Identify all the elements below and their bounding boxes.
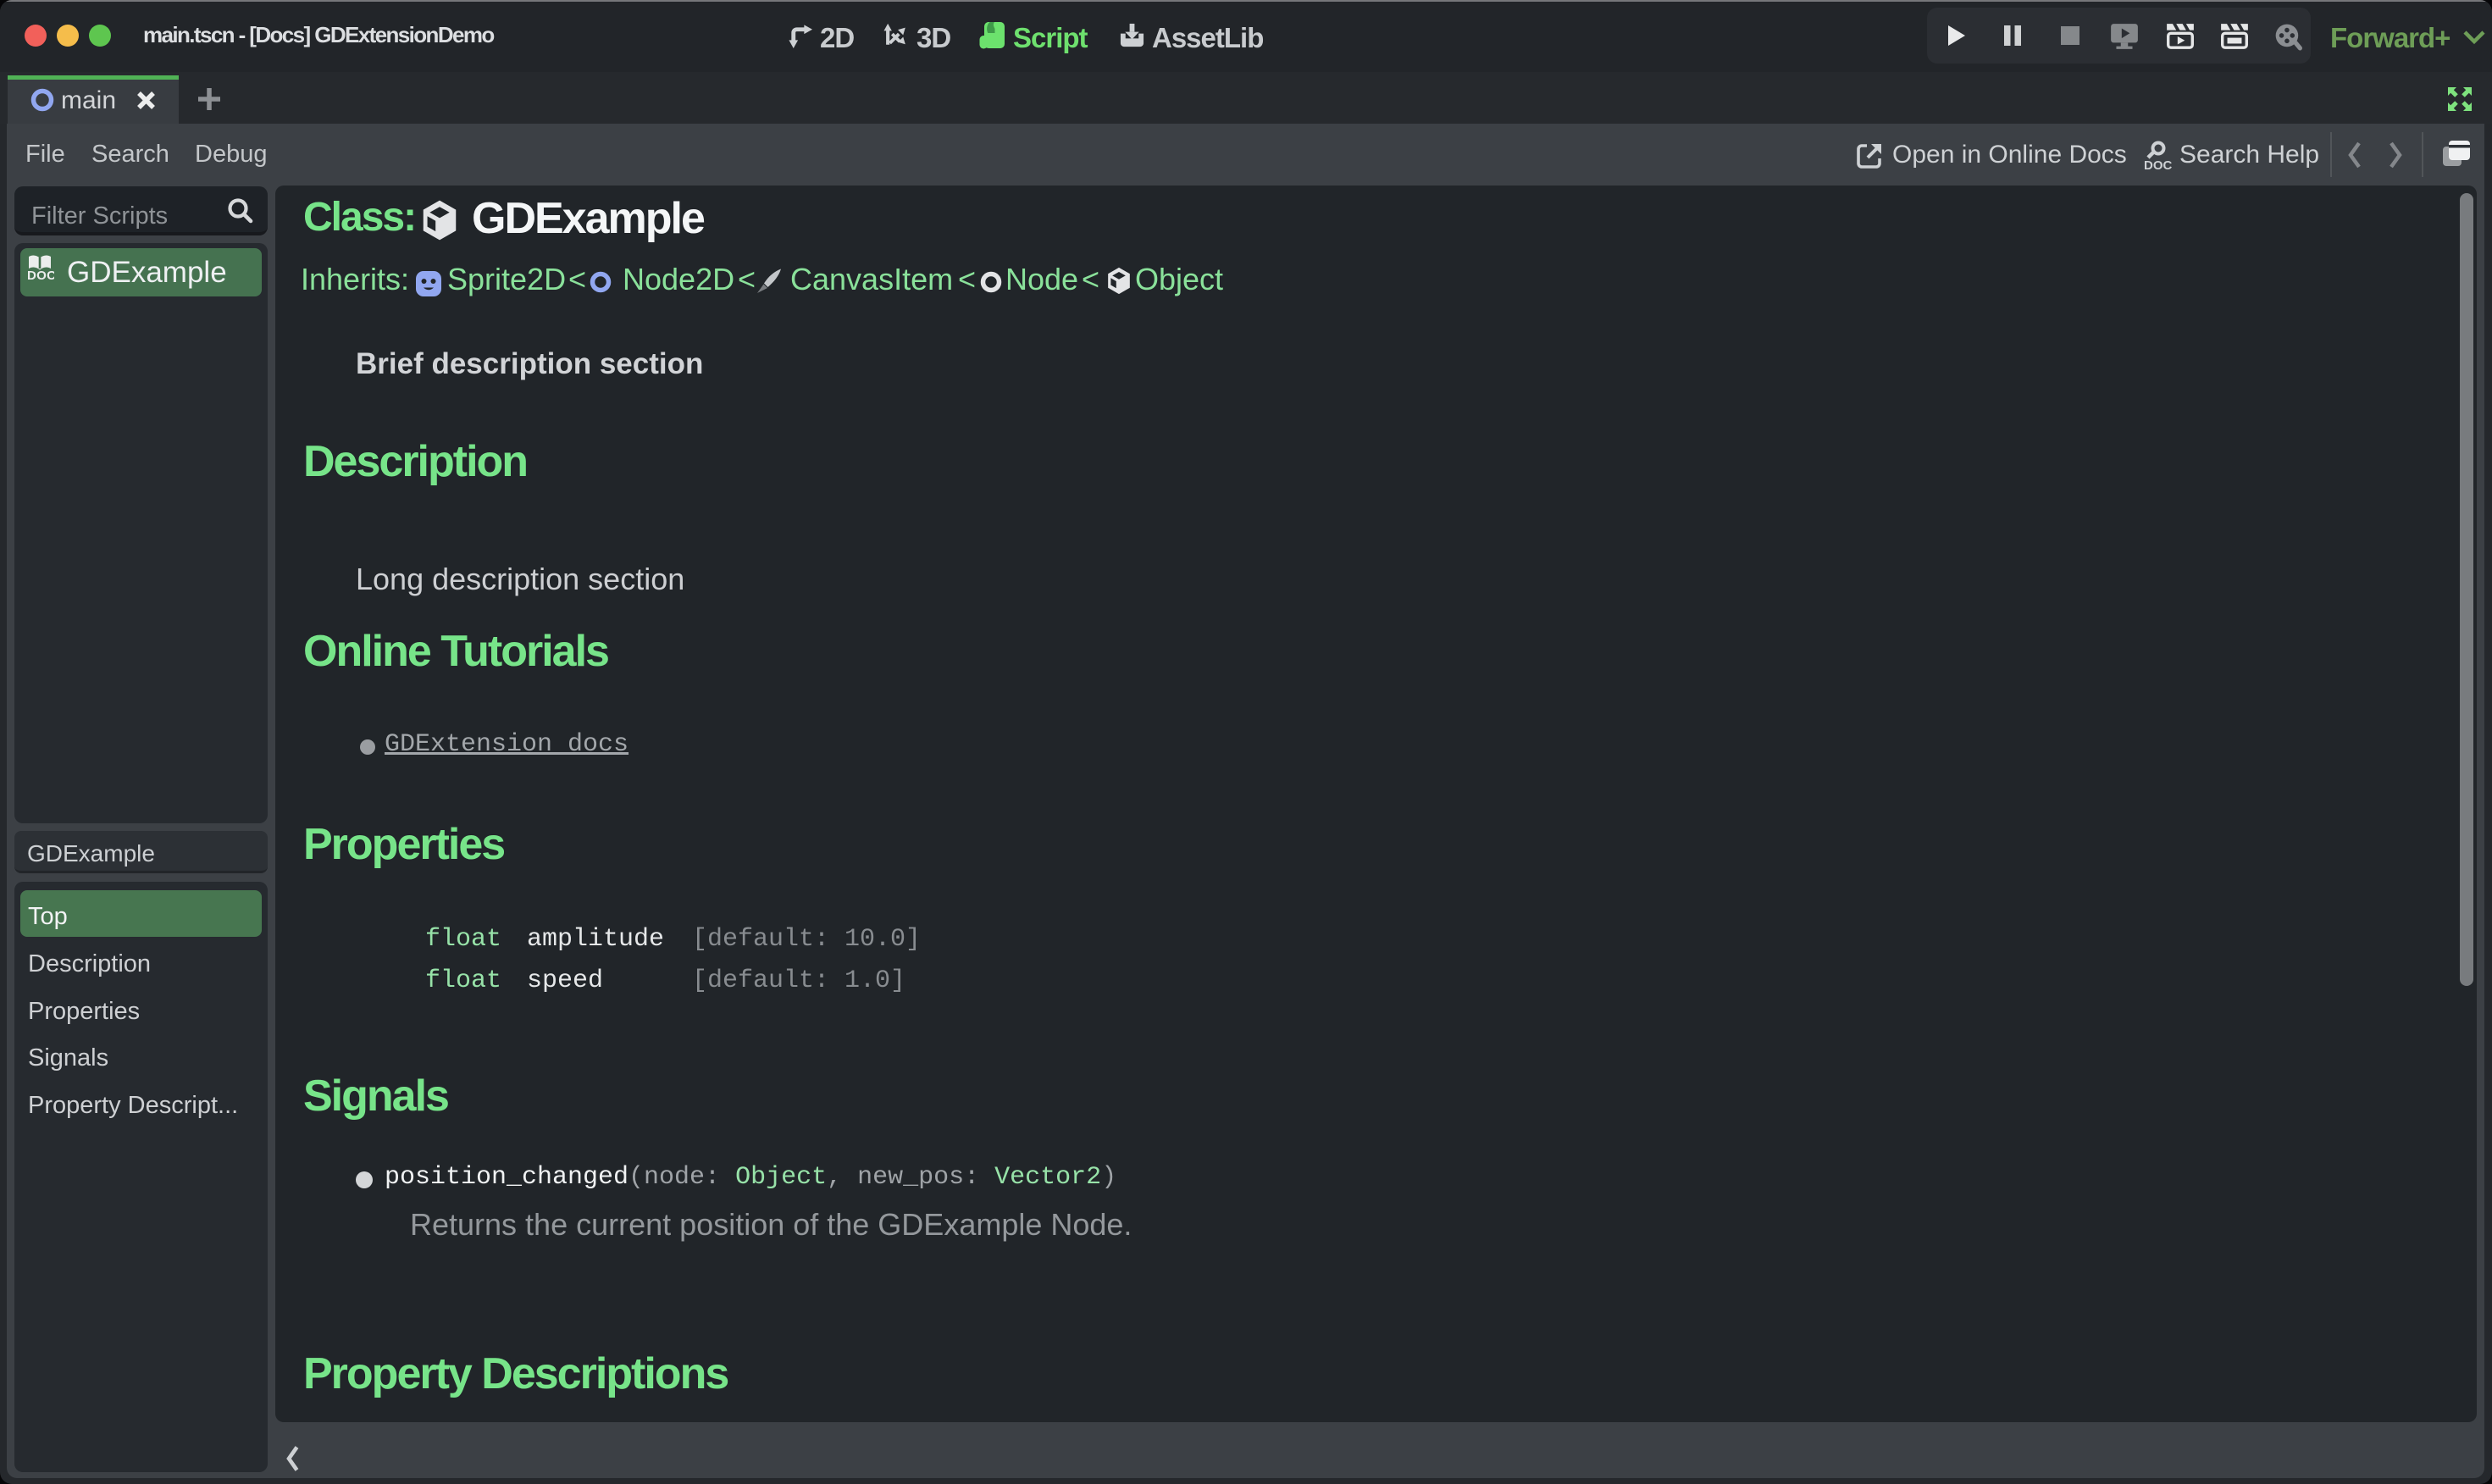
svg-text:DOC: DOC	[2144, 158, 2173, 173]
svg-text:DOC: DOC	[27, 269, 54, 283]
